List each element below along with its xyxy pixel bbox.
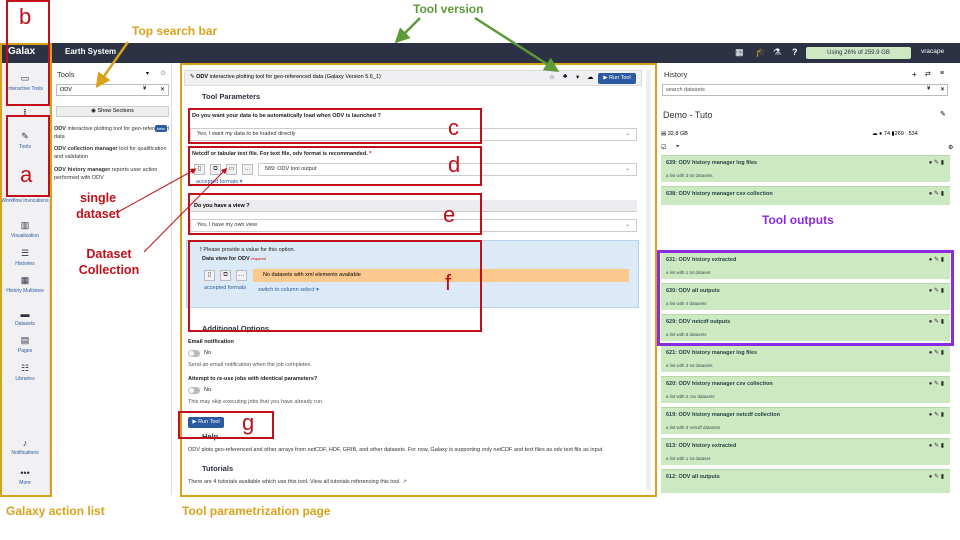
arrow-search-bar	[95, 41, 130, 89]
arrow-tool-version-right	[474, 16, 560, 73]
arrow-single-dataset	[117, 168, 197, 213]
arrow-dataset-collection	[143, 167, 228, 253]
arrow-tool-version-left	[394, 17, 421, 44]
annotation-arrows	[95, 16, 560, 253]
